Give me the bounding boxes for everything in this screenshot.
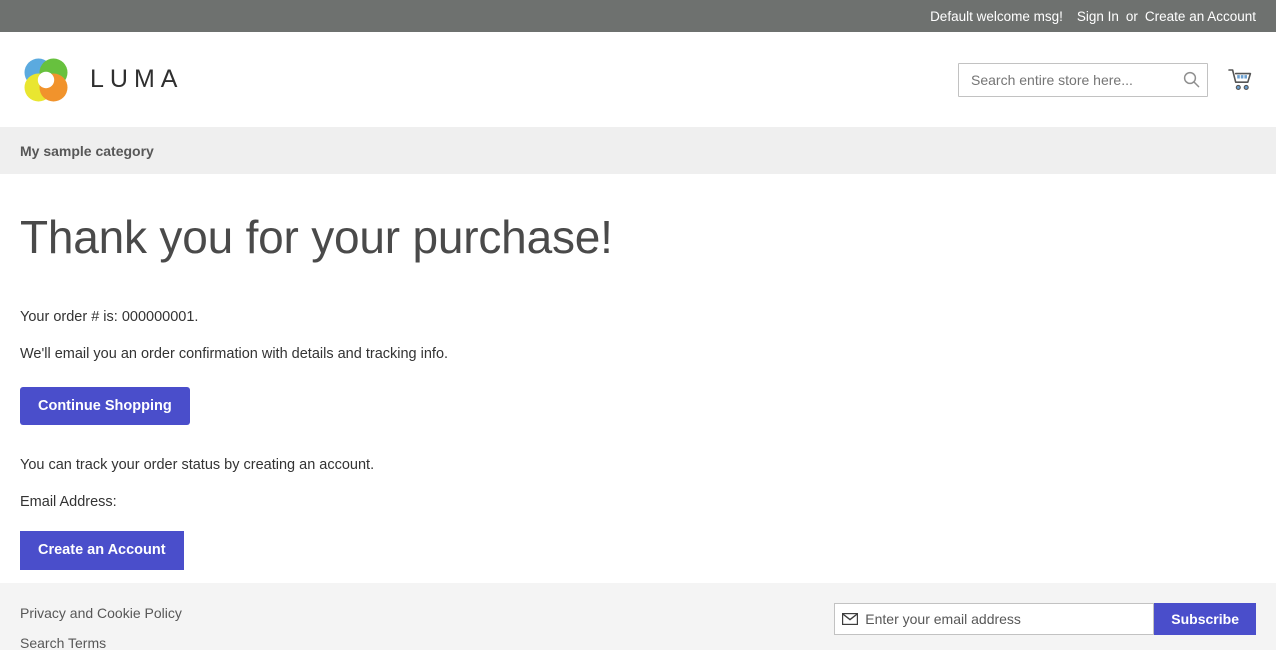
envelope-icon	[835, 613, 865, 625]
footer-link-search-terms[interactable]: Search Terms	[20, 635, 106, 651]
page-title: Thank you for your purchase!	[20, 211, 613, 263]
header-actions	[958, 62, 1256, 97]
top-panel: Default welcome msg! Sign In or Create a…	[0, 0, 1276, 32]
site-header: LUMA	[0, 32, 1276, 127]
email-address-label: Email Address:	[20, 494, 117, 511]
luma-flower-logo-icon	[20, 54, 72, 106]
search-icon[interactable]	[1178, 67, 1204, 93]
footer-list-item: Search Terms	[20, 635, 1256, 653]
search-input[interactable]	[958, 62, 1208, 97]
footer-link-privacy-and-cookie-policy[interactable]: Privacy and Cookie Policy	[20, 605, 182, 621]
nav-item-my-sample-category[interactable]: My sample category	[20, 143, 154, 159]
create-account-link[interactable]: Create an Account	[1145, 9, 1256, 24]
welcome-message: Default welcome msg!	[930, 8, 1063, 24]
newsletter-signup: Subscribe	[834, 603, 1256, 635]
continue-shopping-button[interactable]: Continue Shopping	[20, 386, 190, 426]
track-order-text: You can track your order status by creat…	[20, 457, 375, 474]
main-content: Thank you for your purchase! Your order …	[0, 212, 1276, 570]
or-separator: or	[1125, 8, 1138, 24]
order-success-block: Your order # is: 000000001. We'll email …	[20, 307, 1256, 570]
order-number-text: Your order # is: 000000001.	[20, 308, 199, 325]
order-confirmation-text: We'll email you an order confirmation wi…	[20, 345, 449, 362]
newsletter-field	[834, 603, 1155, 635]
sign-in-link[interactable]: Sign In	[1077, 9, 1119, 24]
search-box	[958, 62, 1208, 97]
logo-wordmark: LUMA	[90, 65, 184, 93]
logo-link[interactable]: LUMA	[20, 54, 183, 106]
site-footer: Privacy and Cookie Policy Search Terms S…	[0, 583, 1276, 653]
category-navigation: My sample category	[0, 127, 1276, 174]
subscribe-button[interactable]: Subscribe	[1154, 603, 1256, 635]
newsletter-email-input[interactable]	[865, 604, 1154, 634]
continue-shopping-wrapper: Continue Shopping	[20, 386, 1256, 426]
create-account-button[interactable]: Create an Account	[20, 531, 184, 570]
shopping-cart-icon[interactable]	[1226, 64, 1256, 96]
